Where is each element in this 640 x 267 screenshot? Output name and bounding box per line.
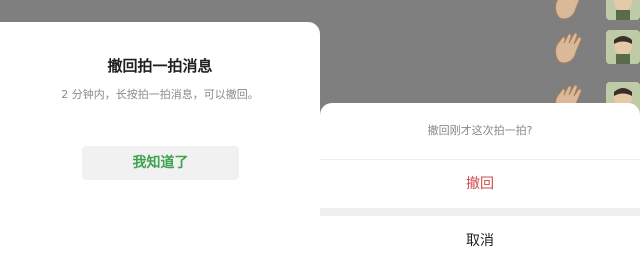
cancel-button[interactable]: 取消 bbox=[320, 216, 640, 267]
action-sheet-prompt: 撤回刚才这次拍一拍? bbox=[320, 103, 640, 160]
got-it-button[interactable]: 我知道了 bbox=[82, 146, 239, 180]
clapping-hand-icon bbox=[555, 0, 580, 20]
avatar bbox=[606, 0, 640, 20]
chat-row bbox=[550, 0, 640, 24]
dialog-description: 2 分钟内，长按拍一拍消息，可以撤回。 bbox=[61, 88, 259, 101]
dialog-title: 撤回拍一拍消息 bbox=[107, 57, 213, 75]
withdraw-button[interactable]: 撤回 bbox=[320, 160, 640, 208]
withdraw-info-dialog: 撤回拍一拍消息 2 分钟内，长按拍一拍消息，可以撤回。 我知道了 bbox=[0, 22, 320, 267]
clapping-hand-icon bbox=[555, 32, 582, 64]
divider bbox=[320, 208, 640, 216]
avatar bbox=[606, 30, 640, 64]
chat-row bbox=[550, 30, 640, 68]
withdraw-action-sheet: 撤回刚才这次拍一拍? 撤回 取消 bbox=[320, 103, 640, 267]
